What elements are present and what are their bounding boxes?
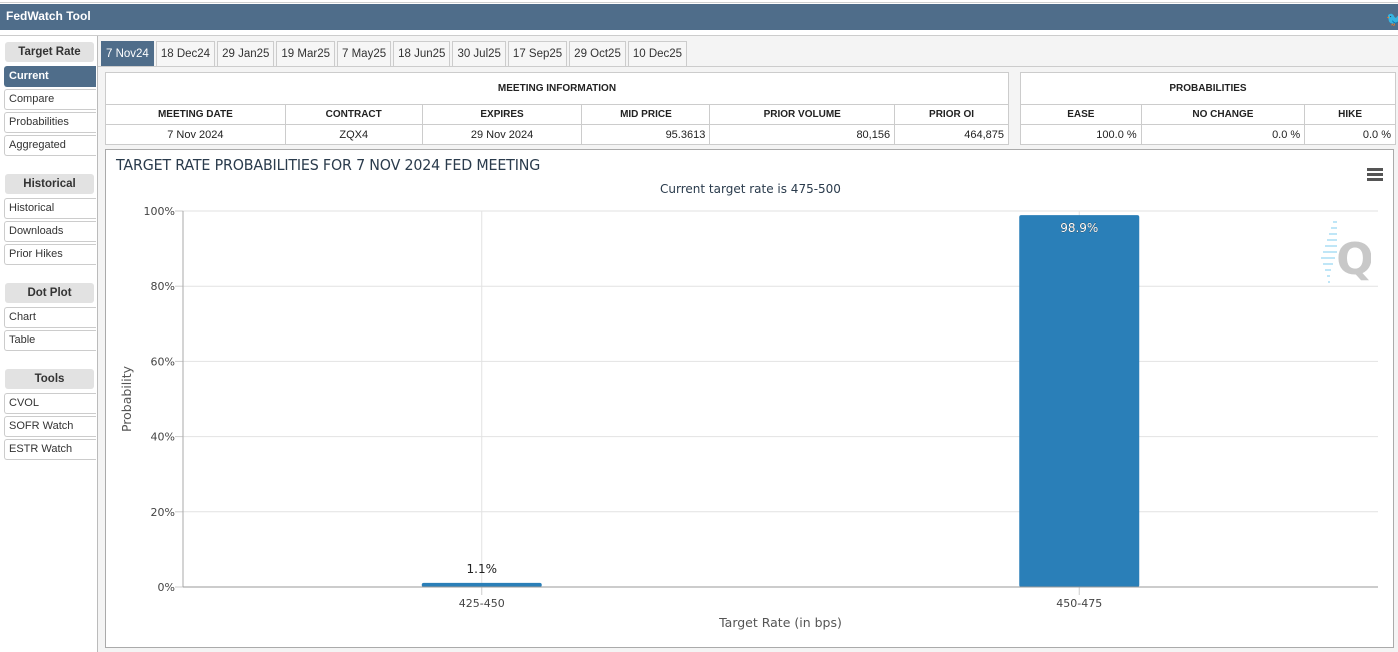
sidebar-item-table[interactable]: Table [4, 330, 96, 351]
column-header-prior-oi: PRIOR OI [894, 104, 1009, 125]
sidebar-item-sofr-watch[interactable]: SOFR Watch [4, 416, 96, 437]
meeting-information-table: MEETING INFORMATION MEETING DATE CONTRACT… [105, 72, 1009, 145]
sidebar-item-compare[interactable]: Compare [4, 89, 96, 110]
cell-2: 0.0 % [1304, 124, 1396, 145]
cell-2: 29 Nov 2024 [421, 124, 583, 145]
column-header-mid-price: MID PRICE [581, 104, 711, 125]
cell-3: 95.3613 [581, 124, 711, 145]
tab-17-sep25[interactable]: 17 Sep25 [507, 41, 568, 67]
column-header-no-change: NO CHANGE [1140, 104, 1306, 125]
tab-19-mar25[interactable]: 19 Mar25 [276, 41, 335, 67]
column-header-contract: CONTRACT [284, 104, 423, 125]
column-header-hike: HIKE [1304, 104, 1396, 125]
tab-30-jul25[interactable]: 30 Jul25 [452, 41, 506, 67]
tab-29-jan25[interactable]: 29 Jan25 [217, 41, 275, 67]
tab-18-jun25[interactable]: 18 Jun25 [393, 41, 451, 67]
sidebar-item-cvol[interactable]: CVOL [4, 393, 96, 414]
sidebar-item-prior-hikes[interactable]: Prior Hikes [4, 244, 96, 265]
cme-q-logo: Q [1321, 221, 1371, 285]
tab-10-dec25[interactable]: 10 Dec25 [627, 41, 688, 67]
cell-1: 0.0 % [1140, 124, 1306, 145]
y-tick-label: 20% [151, 506, 175, 519]
sidebar-item-historical[interactable]: Historical [4, 198, 96, 219]
column-header-meeting-date: MEETING DATE [105, 104, 286, 125]
column-header-expires: EXPIRES [421, 104, 583, 125]
x-tick-label: 425-450 [459, 597, 505, 610]
tab-7-may25[interactable]: 7 May25 [337, 41, 392, 67]
sidebar-header-dot-plot[interactable]: Dot Plot [5, 283, 94, 303]
cell-5: 464,875 [894, 124, 1009, 145]
cell-0: 100.0 % [1020, 124, 1142, 145]
sidebar-item-probabilities[interactable]: Probabilities [4, 112, 96, 133]
sidebar-header-historical[interactable]: Historical [5, 174, 94, 194]
x-tick-label: 450-475 [1056, 597, 1102, 610]
app-title: FedWatch Tool [6, 9, 91, 23]
chart-panel: TARGET RATE PROBABILITIES FOR 7 NOV 2024… [105, 149, 1394, 648]
y-tick-label: 40% [151, 431, 175, 444]
sidebar: Target Rate Current Compare Probabilities Ag… [0, 36, 97, 652]
top-border [0, 0, 1398, 3]
data-label: 98.9% [1060, 221, 1098, 235]
sidebar-item-estr-watch[interactable]: ESTR Watch [4, 439, 96, 460]
sidebar-item-chart[interactable]: Chart [4, 307, 96, 328]
svg-text:Q: Q [1336, 234, 1371, 285]
column-header-ease: EASE [1020, 104, 1142, 125]
cell-4: 80,156 [709, 124, 896, 145]
sidebar-header-target-rate[interactable]: Target Rate [5, 42, 94, 62]
sidebar-header-tools[interactable]: Tools [5, 369, 94, 389]
bar-450-475 [1019, 215, 1140, 588]
app-title-bar: FedWatch Tool 🐦 [0, 4, 1398, 30]
tab-divider [98, 66, 1398, 67]
tab-18-dec24[interactable]: 18 Dec24 [155, 41, 216, 67]
cell-0: 7 Nov 2024 [105, 124, 286, 145]
probabilities-table: PROBABILITIES EASE NO CHANGE HIKE 100.0 % 0… [1020, 72, 1396, 145]
y-axis-title: Probability [119, 365, 134, 432]
y-tick-label: 100% [144, 205, 175, 218]
probabilities-title: PROBABILITIES [1020, 72, 1396, 105]
sidebar-item-downloads[interactable]: Downloads [4, 221, 96, 242]
twitter-bird-icon[interactable]: 🐦 [1386, 12, 1398, 26]
column-header-prior-volume: PRIOR VOLUME [709, 104, 896, 125]
meeting-tabs: 7 Nov24 18 Dec24 29 Jan25 19 Mar25 7 May25 18… [101, 41, 688, 67]
cell-1: ZQX4 [284, 124, 423, 145]
sidebar-item-current[interactable]: Current [4, 66, 96, 87]
tab-29-oct25[interactable]: 29 Oct25 [569, 41, 626, 67]
y-tick-label: 0% [158, 581, 175, 594]
bar-chart: 0% 20% 40% 60% 80% 100% 425-450 450-475 1.1% 98.9… [119, 205, 1378, 630]
y-tick-label: 80% [151, 280, 175, 293]
sidebar-item-aggregated[interactable]: Aggregated [4, 135, 96, 156]
data-label: 1.1% [467, 562, 498, 576]
y-tick-label: 60% [151, 355, 175, 368]
meeting-info-title: MEETING INFORMATION [105, 72, 1009, 105]
x-axis-title: Target Rate (in bps) [718, 615, 842, 630]
bar-425-450 [421, 582, 542, 587]
tab-7-nov24[interactable]: 7 Nov24 [101, 41, 154, 67]
